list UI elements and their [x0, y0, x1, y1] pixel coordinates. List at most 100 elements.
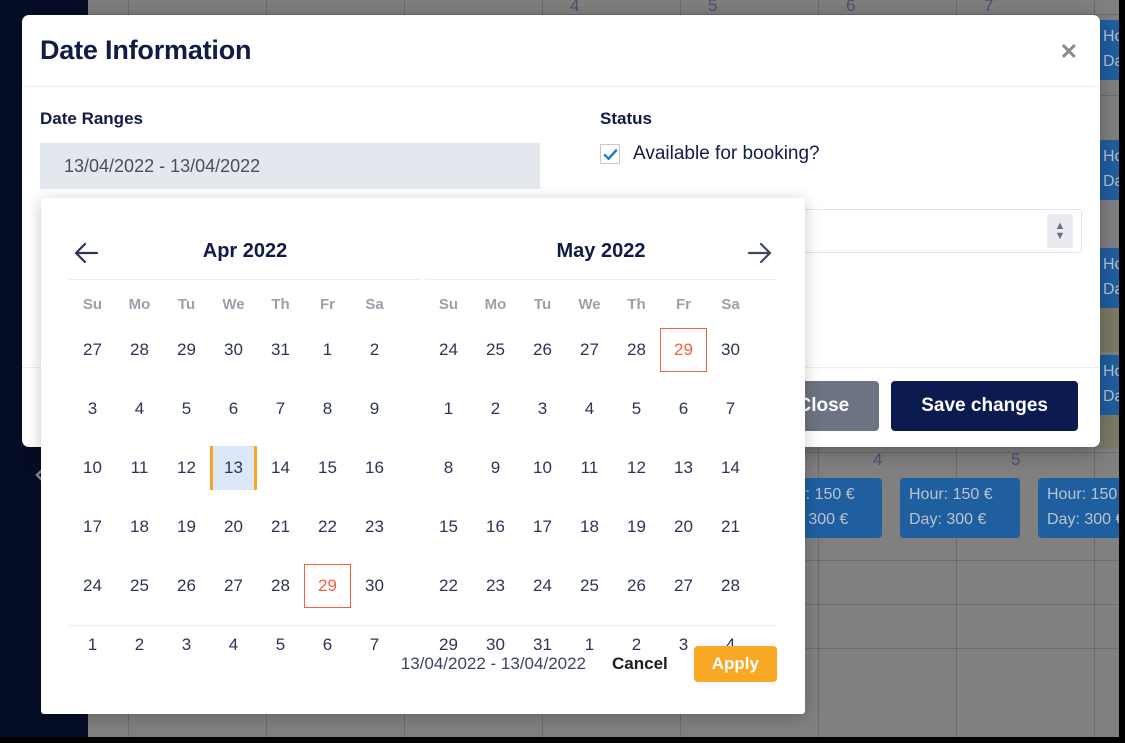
calendar-day-cell[interactable]: 14: [257, 446, 304, 490]
bg-day-number: 7: [984, 0, 994, 15]
calendar-day-cell[interactable]: 21: [257, 505, 304, 549]
calendar-day-cell[interactable]: 20: [660, 505, 707, 549]
calendar-day-cell[interactable]: 27: [566, 328, 613, 372]
date-range-picker: Apr 2022 Su Mo Tu We Th Fr Sa 27 28 29 30 31 1 2 3 4 5 6 7 8…: [41, 198, 805, 714]
calendar-day-cell[interactable]: 25: [116, 564, 163, 608]
calendar-day-cell[interactable]: 2: [472, 387, 519, 431]
calendar-day-cell[interactable]: 12: [613, 446, 660, 490]
calendar-day-cell[interactable]: 28: [257, 564, 304, 608]
arrow-left-icon[interactable]: [71, 238, 105, 273]
calendar-day-cell[interactable]: 1: [304, 328, 351, 372]
calendar-day-cell[interactable]: 24: [519, 564, 566, 608]
calendar-day-cell[interactable]: 7: [707, 387, 754, 431]
bg-event-day: Day: 300 €: [909, 510, 987, 528]
calendar-day-cell[interactable]: 18: [566, 505, 613, 549]
calendar-week-row: 24 25 26 27 28 29 30: [425, 328, 777, 372]
calendar-day-cell[interactable]: 27: [210, 564, 257, 608]
calendar-day-cell[interactable]: 22: [304, 505, 351, 549]
calendar-day-cell[interactable]: 31: [257, 328, 304, 372]
calendar-day-cell[interactable]: 30: [210, 328, 257, 372]
calendar-day-cell[interactable]: 15: [304, 446, 351, 490]
calendar-day-cell[interactable]: 3: [519, 387, 566, 431]
chevron-down-icon[interactable]: ▼: [1055, 231, 1066, 242]
modal-footer: Close Save changes: [767, 381, 1078, 431]
calendar-day-cell[interactable]: 3: [69, 387, 116, 431]
calendar-day-cell[interactable]: 17: [69, 505, 116, 549]
calendar-month-title: May 2022: [556, 240, 646, 262]
calendar-day-cell[interactable]: 13: [210, 446, 257, 490]
calendar-day-cell[interactable]: 20: [210, 505, 257, 549]
bg-event-chip[interactable]: Hour: 150 € Day: 300 €: [900, 478, 1020, 538]
calendar-day-cell[interactable]: 27: [660, 564, 707, 608]
weekday-label: Fr: [676, 296, 691, 313]
calendar-day-cell[interactable]: 29: [163, 328, 210, 372]
calendar-day-cell[interactable]: 28: [707, 564, 754, 608]
calendar-day-cell[interactable]: 30: [707, 328, 754, 372]
calendar-day-cell[interactable]: 6: [660, 387, 707, 431]
bg-event-day: Day: 300 €: [1047, 510, 1125, 528]
calendar-day-cell[interactable]: 11: [116, 446, 163, 490]
calendar-day-cell[interactable]: 21: [707, 505, 754, 549]
calendar-week-row: 8 9 10 11 12 13 14: [425, 446, 777, 490]
weekday-label: We: [222, 296, 245, 313]
available-for-booking-label: Available for booking?: [633, 143, 820, 164]
calendar-day-cell[interactable]: 22: [425, 564, 472, 608]
calendar-day-cell[interactable]: 28: [116, 328, 163, 372]
arrow-right-icon[interactable]: [741, 238, 775, 273]
calendar-day-cell[interactable]: 28: [613, 328, 660, 372]
calendar-day-cell[interactable]: 29: [660, 328, 707, 372]
cancel-button[interactable]: Cancel: [612, 654, 668, 674]
calendar-day-cell[interactable]: 4: [116, 387, 163, 431]
apply-button[interactable]: Apply: [693, 646, 777, 682]
calendar-day-cell[interactable]: 2: [351, 328, 398, 372]
calendar-day-cell[interactable]: 4: [566, 387, 613, 431]
date-range-input[interactable]: 13/04/2022 - 13/04/2022: [40, 143, 540, 189]
calendar-day-cell[interactable]: 24: [425, 328, 472, 372]
calendar-day-cell[interactable]: 15: [425, 505, 472, 549]
calendar-day-cell[interactable]: 17: [519, 505, 566, 549]
weekday-label: Sa: [721, 296, 740, 313]
close-icon[interactable]: ✕: [1060, 41, 1078, 63]
available-for-booking-checkbox[interactable]: [600, 144, 620, 164]
calendar-day-cell[interactable]: 19: [163, 505, 210, 549]
calendar-day-cell[interactable]: 26: [613, 564, 660, 608]
calendar-day-cell[interactable]: 10: [69, 446, 116, 490]
calendar-day-cell[interactable]: 24: [69, 564, 116, 608]
calendar-day-cell[interactable]: 13: [660, 446, 707, 490]
calendar-day-cell[interactable]: 9: [351, 387, 398, 431]
calendar-day-cell[interactable]: 11: [566, 446, 613, 490]
calendar-day-cell[interactable]: 16: [472, 505, 519, 549]
weekday-label: Su: [438, 296, 459, 313]
calendar-day-cell[interactable]: 14: [707, 446, 754, 490]
calendar-day-cell[interactable]: 7: [257, 387, 304, 431]
weekday-label: Sa: [365, 296, 384, 313]
weekday-label: Tu: [533, 296, 552, 313]
calendar-day-cell[interactable]: 8: [304, 387, 351, 431]
calendar-day-cell[interactable]: 12: [163, 446, 210, 490]
calendar-day-cell[interactable]: 27: [69, 328, 116, 372]
calendar-day-cell[interactable]: 6: [210, 387, 257, 431]
calendar-day-cell[interactable]: 1: [425, 387, 472, 431]
calendar-week-row: 10 11 12 13 14 15 16: [69, 446, 421, 490]
calendar-week-row: 24 25 26 27 28 29 30: [69, 564, 421, 608]
calendar-day-cell[interactable]: 26: [163, 564, 210, 608]
calendar-day-cell[interactable]: 30: [351, 564, 398, 608]
calendar-day-cell[interactable]: 25: [566, 564, 613, 608]
calendar-day-cell[interactable]: 26: [519, 328, 566, 372]
calendar-day-cell[interactable]: 19: [613, 505, 660, 549]
calendar-day-cell[interactable]: 5: [613, 387, 660, 431]
calendar-day-cell[interactable]: 25: [472, 328, 519, 372]
calendar-day-cell[interactable]: 8: [425, 446, 472, 490]
calendar-day-cell[interactable]: 16: [351, 446, 398, 490]
bg-event-chip[interactable]: Hour: 150 € Day: 300 €: [1038, 478, 1125, 538]
number-stepper[interactable]: ▲ ▼: [1047, 214, 1073, 248]
calendar-day-cell[interactable]: 10: [519, 446, 566, 490]
calendar-day-cell[interactable]: 23: [351, 505, 398, 549]
calendar-day-cell[interactable]: 23: [472, 564, 519, 608]
calendar-day-cell[interactable]: 29: [304, 564, 351, 608]
save-changes-button[interactable]: Save changes: [891, 381, 1078, 431]
calendar-day-cell[interactable]: 5: [163, 387, 210, 431]
calendar-day-cell[interactable]: 18: [116, 505, 163, 549]
calendar-day-cell[interactable]: 9: [472, 446, 519, 490]
viewport-edge-bottom: [0, 737, 1125, 743]
